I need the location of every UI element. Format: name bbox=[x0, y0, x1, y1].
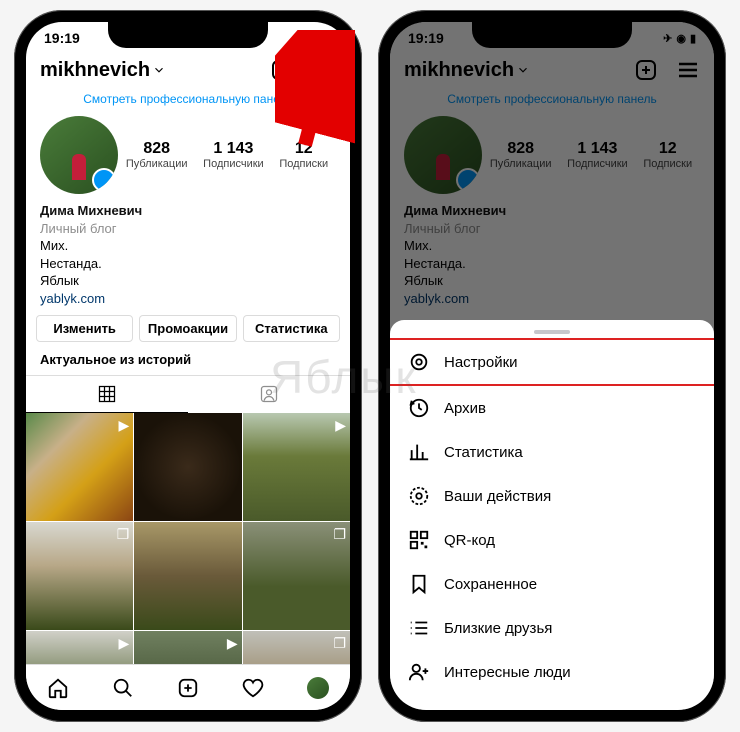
grid-icon bbox=[97, 384, 117, 404]
video-icon: ▶ bbox=[227, 635, 238, 652]
hamburger-menu-icon[interactable] bbox=[312, 58, 336, 82]
post-thumbnail[interactable]: ❐ bbox=[243, 631, 350, 664]
notch bbox=[108, 22, 268, 48]
tagged-icon bbox=[259, 384, 279, 404]
video-icon: ▶ bbox=[119, 417, 130, 434]
menu-item-saved[interactable]: Сохраненное bbox=[390, 562, 714, 606]
insights-button[interactable]: Статистика bbox=[243, 315, 340, 342]
username-dropdown[interactable]: mikhnevich bbox=[40, 59, 166, 82]
posts-count: 828 bbox=[126, 140, 188, 158]
sheet-grabber[interactable] bbox=[534, 330, 570, 334]
status-icons: ✈︎ bbox=[293, 31, 332, 45]
chevron-down-icon bbox=[152, 63, 166, 77]
menu-label: Настройки bbox=[444, 354, 518, 371]
profile-tab-icon[interactable] bbox=[307, 677, 329, 699]
pro-dashboard-link[interactable]: Смотреть профессиональную панель bbox=[26, 90, 350, 112]
new-post-icon[interactable] bbox=[177, 677, 199, 699]
menu-item-archive[interactable]: Архив bbox=[390, 386, 714, 430]
home-icon[interactable] bbox=[47, 677, 69, 699]
post-thumbnail[interactable]: ❐ bbox=[26, 522, 133, 630]
post-thumbnail[interactable]: ▶ bbox=[134, 631, 241, 664]
menu-label: Архив bbox=[444, 400, 486, 417]
following-count: 12 bbox=[279, 140, 328, 158]
post-grid: ▶ ▶ ❐ ❐ ▶ ▶ ❐ bbox=[26, 413, 350, 664]
qr-icon bbox=[408, 529, 430, 551]
action-buttons: Изменить Промоакции Статистика bbox=[26, 315, 350, 352]
post-thumbnail[interactable]: ▶ bbox=[26, 631, 133, 664]
status-time: 19:19 bbox=[44, 30, 80, 46]
post-thumbnail[interactable]: ❐ bbox=[243, 522, 350, 630]
tab-grid[interactable] bbox=[26, 376, 188, 413]
menu-item-activity[interactable]: Ваши действия bbox=[390, 474, 714, 518]
promotions-button[interactable]: Промоакции bbox=[139, 315, 236, 342]
bio-line-3: Яблык bbox=[40, 272, 336, 290]
carousel-icon: ❐ bbox=[333, 526, 346, 543]
menu-label: Статистика bbox=[444, 444, 523, 461]
stat-followers[interactable]: 1 143 Подписчики bbox=[203, 140, 264, 170]
gear-icon bbox=[408, 351, 430, 373]
list-icon bbox=[408, 617, 430, 639]
profile-header: mikhnevich bbox=[26, 54, 350, 90]
menu-label: Интересные люди bbox=[444, 664, 571, 681]
bottom-nav bbox=[26, 664, 350, 710]
insights-icon bbox=[408, 441, 430, 463]
stat-posts[interactable]: 828 Публикации bbox=[126, 140, 188, 170]
menu-label: QR-код bbox=[444, 532, 495, 549]
video-icon: ▶ bbox=[119, 635, 130, 652]
activity-icon bbox=[408, 485, 430, 507]
stats-row: 828 Публикации 1 143 Подписчики 12 Подпи… bbox=[26, 112, 350, 200]
post-thumbnail[interactable] bbox=[134, 413, 241, 521]
bio-line-2: Нестанда. bbox=[40, 255, 336, 273]
screen-left: 19:19 ✈︎ mikhnevich Смотреть професс bbox=[26, 22, 350, 710]
avatar-image bbox=[61, 130, 97, 180]
create-icon[interactable] bbox=[270, 58, 294, 82]
menu-label: Сохраненное bbox=[444, 576, 537, 593]
following-label: Подписки bbox=[279, 158, 328, 170]
carousel-icon: ❐ bbox=[117, 526, 130, 543]
post-thumbnail[interactable]: ▶ bbox=[26, 413, 133, 521]
tab-tagged[interactable] bbox=[188, 376, 350, 413]
post-thumbnail[interactable] bbox=[134, 522, 241, 630]
video-icon: ▶ bbox=[335, 417, 346, 434]
activity-icon[interactable] bbox=[242, 677, 264, 699]
profile-avatar[interactable] bbox=[40, 116, 118, 194]
archive-icon bbox=[408, 397, 430, 419]
menu-item-insights[interactable]: Статистика bbox=[390, 430, 714, 474]
posts-label: Публикации bbox=[126, 158, 188, 170]
bio-line-1: Мих. bbox=[40, 237, 336, 255]
search-icon[interactable] bbox=[112, 677, 134, 699]
menu-label: Ваши действия bbox=[444, 488, 551, 505]
post-thumbnail[interactable]: ▶ bbox=[243, 413, 350, 521]
menu-item-qr[interactable]: QR-код bbox=[390, 518, 714, 562]
battery-icon bbox=[310, 31, 332, 45]
bio-block: Дима Михневич Личный блог Мих. Нестанда.… bbox=[26, 200, 350, 315]
carousel-icon: ❐ bbox=[333, 635, 346, 652]
followers-count: 1 143 bbox=[203, 140, 264, 158]
airplane-icon: ✈︎ bbox=[293, 32, 302, 45]
edit-profile-button[interactable]: Изменить bbox=[36, 315, 133, 342]
highlights-title: Актуальное из историй bbox=[26, 352, 350, 375]
menu-item-discover[interactable]: Интересные люди bbox=[390, 650, 714, 694]
discover-people-icon bbox=[408, 661, 430, 683]
menu-item-settings[interactable]: Настройки bbox=[390, 338, 714, 386]
menu-sheet: Настройки Архив Статистика Ваши действия… bbox=[390, 320, 714, 710]
profile-tabs bbox=[26, 375, 350, 413]
username-text: mikhnevich bbox=[40, 59, 150, 82]
stat-following[interactable]: 12 Подписки bbox=[279, 140, 328, 170]
bookmark-icon bbox=[408, 573, 430, 595]
phone-right: 19:19 ✈︎ ◉ ▮ mikhnevich Смотреть професс… bbox=[378, 10, 726, 722]
menu-label: Близкие друзья bbox=[444, 620, 552, 637]
display-name: Дима Михневич bbox=[40, 202, 336, 220]
phone-left: 19:19 ✈︎ mikhnevich Смотреть професс bbox=[14, 10, 362, 722]
notch bbox=[472, 22, 632, 48]
screen-right: 19:19 ✈︎ ◉ ▮ mikhnevich Смотреть професс… bbox=[390, 22, 714, 710]
menu-item-close-friends[interactable]: Близкие друзья bbox=[390, 606, 714, 650]
bio-link[interactable]: yablyk.com bbox=[40, 290, 336, 308]
category-label: Личный блог bbox=[40, 220, 336, 238]
followers-label: Подписчики bbox=[203, 158, 264, 170]
